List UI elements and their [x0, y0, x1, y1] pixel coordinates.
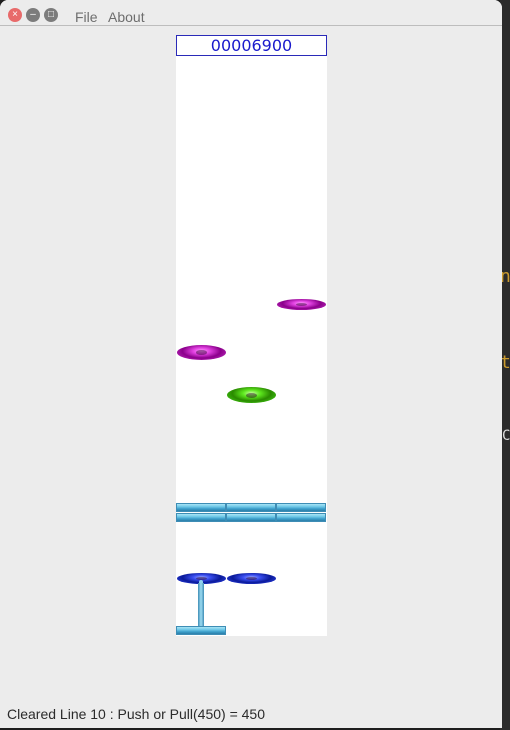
magenta-ring-piece: [277, 299, 326, 310]
player-pole[interactable]: [198, 583, 204, 626]
magenta-ring-piece: [177, 345, 226, 360]
score-display: 00006900: [176, 35, 327, 56]
brick-block: [226, 513, 276, 522]
close-icon: ×: [12, 9, 18, 20]
status-message: Cleared Line 10 : Push or Pull(450) = 45…: [7, 706, 265, 722]
player-base-block[interactable]: [176, 626, 226, 635]
close-button[interactable]: ×: [8, 8, 22, 22]
brick-block: [176, 503, 226, 512]
brick-block: [176, 513, 226, 522]
minimize-button[interactable]: –: [26, 8, 40, 22]
brick-block: [226, 503, 276, 512]
brick-block: [276, 503, 326, 512]
minimize-icon: –: [30, 9, 36, 20]
background-text-fragment: C: [502, 428, 510, 444]
maximize-button[interactable]: □: [44, 8, 58, 22]
app-window: × – □ File About 00006900 Cleared Line 1…: [0, 0, 502, 728]
maximize-icon: □: [47, 9, 55, 20]
menu-file[interactable]: File: [75, 9, 98, 25]
title-bar: × – □ File About: [0, 0, 502, 26]
green-ring-piece: [227, 387, 276, 403]
blue-ring-piece: [227, 573, 276, 584]
game-board[interactable]: 00006900: [176, 35, 327, 636]
brick-block: [276, 513, 326, 522]
menu-about[interactable]: About: [108, 9, 145, 25]
